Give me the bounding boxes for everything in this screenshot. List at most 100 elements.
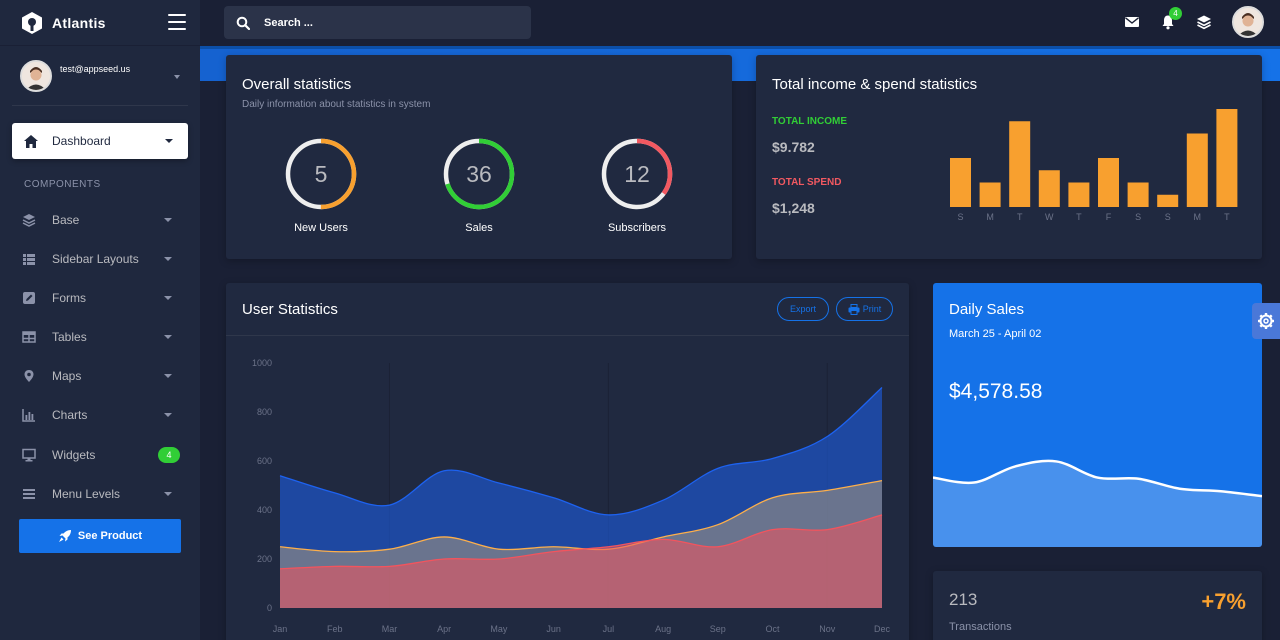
search-icon[interactable] — [236, 16, 250, 30]
y-tick-label: 0 — [267, 603, 272, 613]
bar — [950, 158, 971, 207]
sidebar-item-tables[interactable]: Tables — [12, 323, 188, 351]
layers-icon — [22, 214, 36, 227]
ring-label: Sales — [465, 222, 493, 234]
bar-chart-icon — [22, 409, 35, 422]
x-tick-label: Jan — [273, 624, 288, 634]
envelope-icon[interactable] — [1124, 14, 1140, 30]
income-spend-card: Total income & spend statistics TOTAL IN… — [756, 55, 1262, 259]
menu-toggle-icon[interactable] — [168, 14, 186, 30]
sidebar-item-widgets[interactable]: Widgets 4 — [12, 441, 188, 469]
user-profile[interactable]: test@appseed.us — [12, 60, 188, 106]
x-tick-label: Jul — [603, 624, 615, 634]
transactions-card: 213 Transactions +7% — [933, 571, 1262, 640]
daily-sales-card: Daily Sales March 25 - April 02 $4,578.5… — [933, 283, 1262, 547]
gear-icon — [1258, 313, 1274, 329]
bar — [979, 182, 1001, 207]
sidebar-item-label: Forms — [52, 291, 86, 305]
ring-label: Subscribers — [607, 222, 667, 234]
bar — [1098, 158, 1119, 207]
card-title: Daily Sales — [949, 301, 1025, 318]
x-tick-label: Oct — [766, 624, 781, 634]
x-tick-label: Apr — [437, 624, 451, 634]
section-title: COMPONENTS — [24, 179, 101, 190]
top-icons: 4 — [1104, 6, 1264, 38]
ring-subscribers: 12 Subscribers — [600, 137, 674, 234]
bar — [1127, 182, 1149, 207]
bar-tick-label: T — [1224, 212, 1230, 222]
chevron-down-icon — [174, 75, 180, 79]
daily-sales-chart — [933, 459, 1262, 547]
search-input[interactable] — [264, 16, 504, 29]
app-name: Atlantis — [52, 14, 106, 31]
map-marker-icon — [24, 370, 34, 382]
sidebar-item-label: Maps — [52, 369, 82, 383]
sidebar-item-dashboard[interactable]: Dashboard — [12, 123, 188, 159]
ring-label: New Users — [294, 222, 348, 234]
sidebar-item-label: Dashboard — [52, 134, 111, 148]
bar-tick-label: T — [1017, 212, 1023, 222]
bar — [1068, 182, 1090, 207]
x-tick-label: Feb — [327, 624, 343, 634]
ring-value: 12 — [624, 161, 650, 187]
caret-down-icon — [165, 139, 173, 143]
total-spend-value: $1,248 — [772, 200, 815, 216]
sidebar-item-label: Base — [52, 213, 80, 227]
ring-sales: 36 Sales — [442, 137, 516, 234]
bars-icon — [23, 489, 35, 499]
ring-value: 36 — [466, 161, 492, 187]
progress-ring: 12 — [601, 138, 673, 210]
transactions-value: 213 — [949, 590, 978, 609]
y-tick-label: 400 — [257, 505, 272, 515]
settings-toggle[interactable] — [1252, 303, 1280, 339]
sales-area — [933, 460, 1262, 547]
caret-down-icon — [164, 257, 172, 261]
total-spend-label: TOTAL SPEND — [772, 177, 842, 188]
sidebar: Atlantis test@appseed.us Dashboard COMPO… — [0, 0, 200, 640]
progress-ring: 5 — [285, 138, 357, 210]
bar-tick-label: S — [1135, 212, 1141, 222]
sidebar-item-label: Tables — [52, 330, 87, 344]
notifications-button[interactable]: 4 — [1160, 7, 1182, 30]
print-label: Print — [862, 304, 882, 314]
sidebar-item-sidebar-layouts[interactable]: Sidebar Layouts — [12, 245, 188, 273]
top-navbar: 4 — [200, 0, 1280, 46]
sidebar-item-base[interactable]: Base — [12, 206, 188, 234]
export-button[interactable]: Export — [777, 297, 829, 321]
bar — [1009, 121, 1031, 207]
notification-badge: 4 — [1169, 7, 1182, 20]
sales-amount: $4,578.58 — [949, 380, 1043, 403]
income-bar-chart: SMTWTFSSMT — [950, 109, 1238, 222]
home-icon — [24, 134, 38, 148]
sidebar-item-maps[interactable]: Maps — [12, 362, 188, 390]
y-tick-label: 1000 — [252, 358, 272, 368]
user-statistics-card: User Statistics Export Print 0 200 400 600 8… — [226, 283, 909, 640]
card-subtitle: Daily information about statistics in sy… — [242, 99, 431, 110]
sidebar-item-menu-levels[interactable]: Menu Levels — [12, 480, 188, 508]
user-avatar[interactable] — [1232, 6, 1264, 38]
sidebar-item-label: Charts — [52, 408, 88, 422]
overall-statistics-card: Overall statistics Daily information abo… — [226, 55, 732, 259]
total-income-value: $9.782 — [772, 139, 815, 155]
caret-down-icon — [164, 218, 172, 222]
see-product-button[interactable]: See Product — [19, 519, 181, 553]
card-title: User Statistics — [242, 301, 338, 318]
user-email: test@appseed.us — [60, 64, 131, 74]
print-button[interactable]: Print — [836, 297, 893, 321]
export-label: Export — [789, 304, 816, 314]
layers-icon[interactable] — [1196, 14, 1212, 30]
x-tick-label: Sep — [710, 624, 726, 634]
sidebar-item-label: Sidebar Layouts — [52, 252, 139, 266]
logo-header: Atlantis — [0, 0, 200, 46]
desktop-icon — [22, 448, 36, 462]
transactions-label: Transactions — [949, 621, 1012, 633]
caret-down-icon — [164, 374, 172, 378]
total-income-label: TOTAL INCOME — [772, 116, 847, 127]
sidebar-item-charts[interactable]: Charts — [12, 401, 188, 429]
see-product-label: See Product — [77, 530, 143, 542]
card-title: Overall statistics — [242, 76, 352, 93]
sidebar-item-forms[interactable]: Forms — [12, 284, 188, 312]
search-box — [224, 6, 531, 39]
widgets-count-badge: 4 — [158, 447, 180, 463]
caret-down-icon — [164, 335, 172, 339]
